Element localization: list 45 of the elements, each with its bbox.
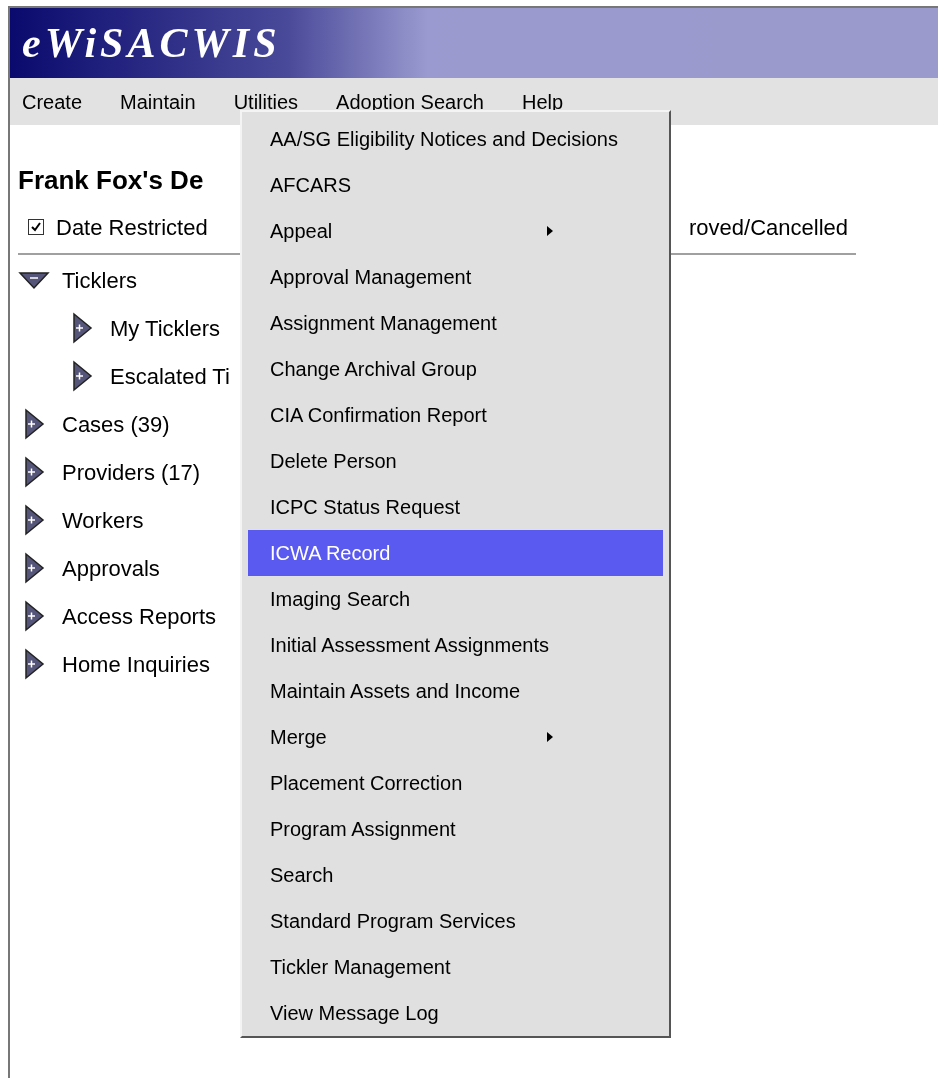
dropdown-item[interactable]: Standard Program Services xyxy=(248,898,663,944)
menu-item[interactable]: Create xyxy=(22,86,83,117)
app-logo-title: eWiSACWIS xyxy=(22,18,281,68)
expand-triangle-icon[interactable] xyxy=(23,504,45,536)
tree-item[interactable]: Providers (17) xyxy=(62,455,201,489)
dropdown-item[interactable]: Initial Assessment Assignments xyxy=(248,622,663,668)
dropdown-item[interactable]: View Message Log xyxy=(248,990,663,1036)
expand-triangle-icon[interactable] xyxy=(23,408,45,440)
menu-item[interactable]: Maintain xyxy=(120,86,196,117)
dropdown-item[interactable]: Assignment Management xyxy=(248,300,663,346)
dropdown-item[interactable]: ICWA Record xyxy=(248,530,663,576)
tree-item[interactable]: Cases (39) xyxy=(62,407,170,441)
expand-triangle-icon[interactable] xyxy=(23,648,45,680)
expand-triangle-icon[interactable] xyxy=(71,360,93,392)
dropdown-item[interactable]: Program Assignment xyxy=(248,806,663,852)
dropdown-item[interactable]: Imaging Search xyxy=(248,576,663,622)
checkbox-label: Date Restricted xyxy=(56,213,208,242)
expand-triangle-icon[interactable] xyxy=(71,312,93,344)
dropdown-item[interactable]: AFCARS xyxy=(248,162,663,208)
dropdown-item[interactable]: Maintain Assets and Income xyxy=(248,668,663,714)
dropdown-item[interactable]: Search xyxy=(248,852,663,898)
expand-triangle-icon[interactable] xyxy=(23,552,45,584)
tree-item[interactable]: Home Inquiries xyxy=(62,647,210,681)
dropdown-item[interactable]: Appeal xyxy=(248,208,663,254)
dropdown-item[interactable]: Approval Management xyxy=(248,254,663,300)
dropdown-item[interactable]: Placement Correction xyxy=(248,760,663,806)
expand-triangle-icon[interactable] xyxy=(23,456,45,488)
tree-item[interactable]: Approvals xyxy=(62,551,160,585)
tree-item[interactable]: Access Reports xyxy=(62,599,217,633)
collapse-triangle-icon[interactable] xyxy=(18,270,50,290)
dropdown-item[interactable]: Delete Person xyxy=(248,438,663,484)
checkbox[interactable] xyxy=(28,219,44,235)
dropdown-item[interactable]: Merge xyxy=(248,714,663,760)
dropdown-item[interactable]: Tickler Management xyxy=(248,944,663,990)
expand-triangle-icon[interactable] xyxy=(23,600,45,632)
tree-item[interactable]: Ticklers xyxy=(62,263,137,297)
tree-item[interactable]: Escalated Ti xyxy=(110,359,230,393)
page-title: Frank Fox's De xyxy=(18,164,204,197)
dropdown-item[interactable]: Change Archival Group xyxy=(248,346,663,392)
dropdown-item[interactable]: CIA Confirmation Report xyxy=(248,392,663,438)
dropdown-item[interactable]: ICPC Status Request xyxy=(248,484,663,530)
dropdown-item[interactable]: AA/SG Eligibility Notices and Decisions xyxy=(248,116,663,162)
tree-item[interactable]: My Ticklers xyxy=(110,311,220,345)
tree-item[interactable]: Workers xyxy=(62,503,144,537)
filter-label: roved/Cancelled xyxy=(689,213,848,242)
